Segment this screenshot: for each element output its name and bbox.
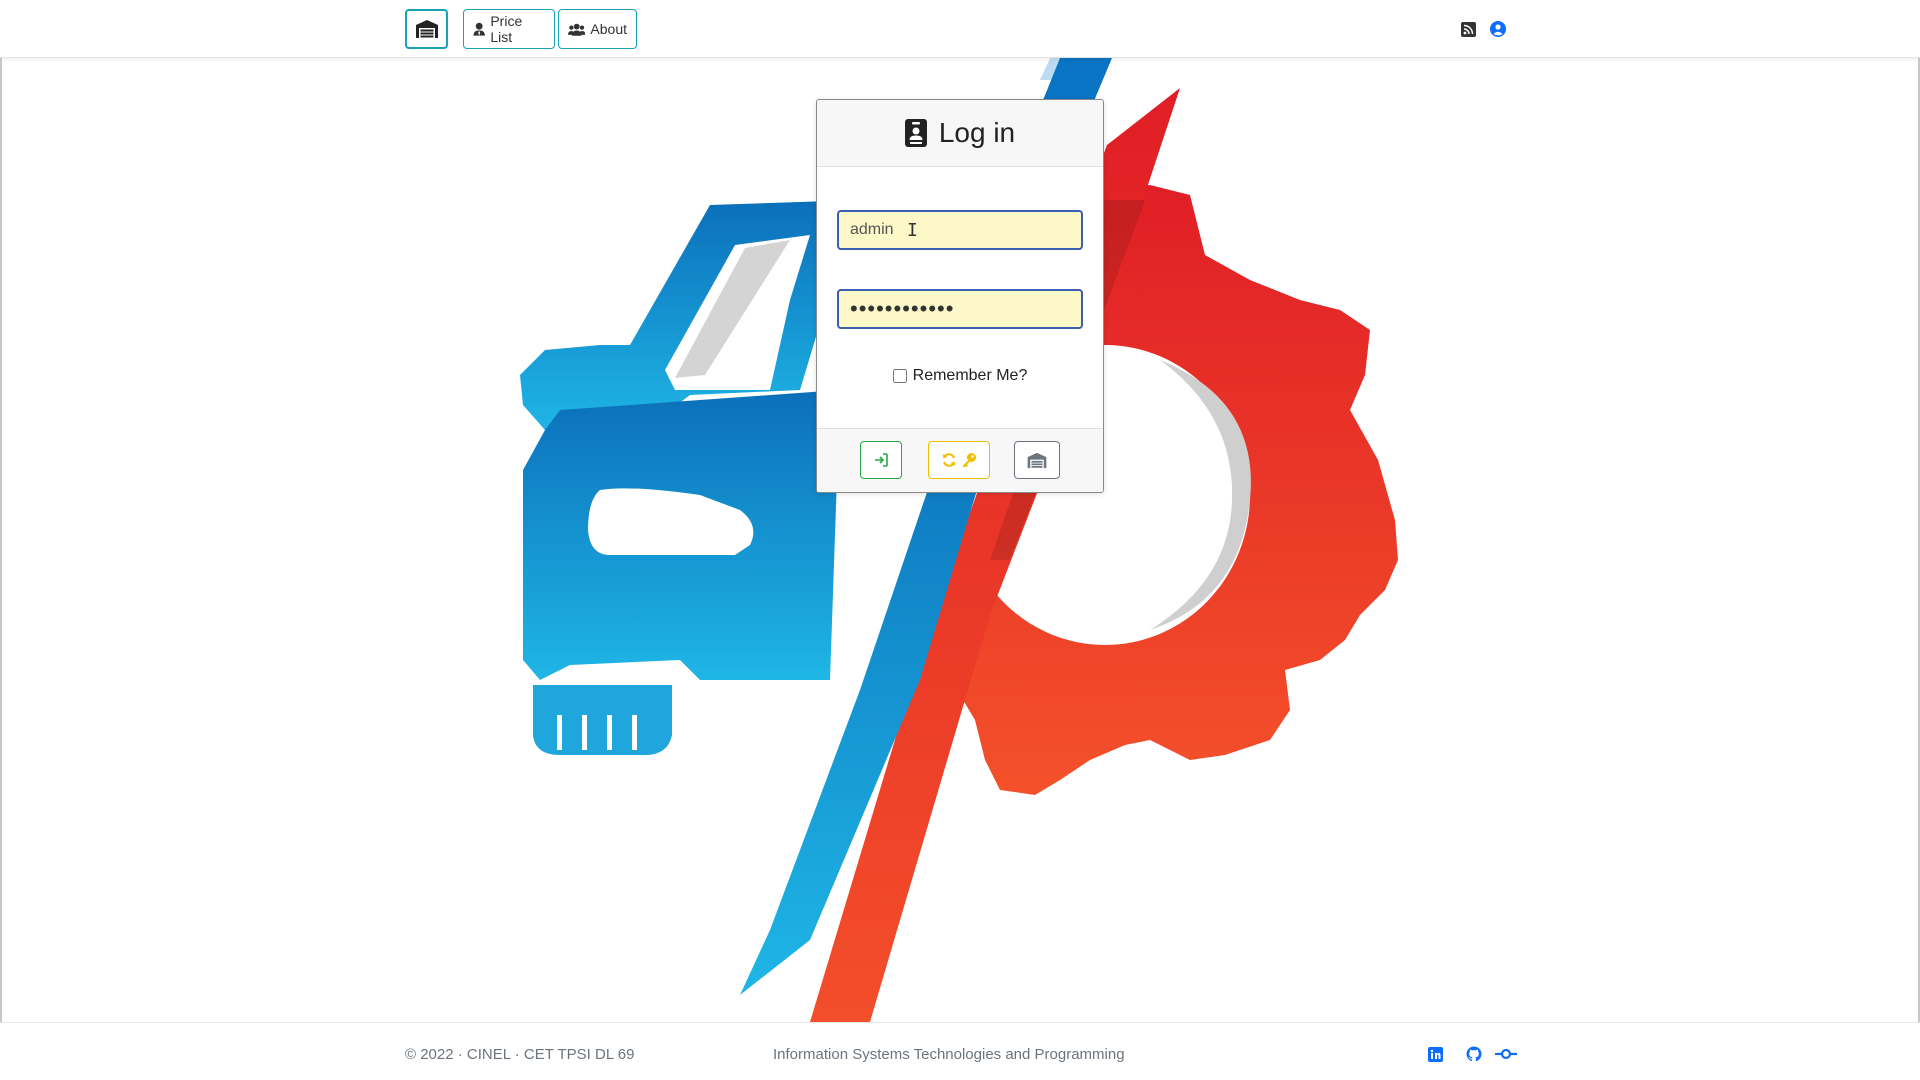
footer-copyright: © 2022 · CINEL · CET TPSI DL 69 [405, 1046, 635, 1063]
users-icon [568, 23, 586, 36]
page-footer: © 2022 · CINEL · CET TPSI DL 69 Informat… [0, 1022, 1920, 1080]
login-card: Log in I Remember Me? [816, 99, 1104, 493]
garage-icon [1027, 452, 1047, 468]
footer-subtitle: Information Systems Technologies and Pro… [773, 1046, 1125, 1063]
login-card-body: I Remember Me? [817, 167, 1103, 428]
key-icon [962, 453, 976, 468]
git-commit-icon[interactable] [1495, 1045, 1517, 1063]
login-submit-button[interactable] [860, 441, 902, 479]
user-tie-icon [473, 22, 485, 36]
remember-me-checkbox[interactable] [892, 369, 907, 383]
username-input[interactable] [837, 210, 1083, 250]
github-icon[interactable] [1465, 1045, 1483, 1063]
password-input[interactable] [837, 289, 1083, 329]
sign-in-icon [875, 453, 888, 467]
back-home-button[interactable] [1014, 441, 1060, 479]
remember-me-row[interactable]: Remember Me? [817, 367, 1103, 385]
logo-car [520, 200, 860, 755]
login-title: Log in [938, 117, 1016, 148]
top-navbar: Price List About [0, 0, 1920, 58]
reset-password-button[interactable] [928, 441, 990, 479]
about-label: About [590, 21, 627, 37]
remember-me-label: Remember Me? [912, 367, 1028, 384]
id-badge-icon [904, 119, 927, 147]
linkedin-icon[interactable] [1426, 1045, 1444, 1063]
login-card-footer [817, 428, 1103, 492]
rss-icon[interactable] [1459, 20, 1477, 38]
price-list-label: Price List [490, 13, 523, 45]
user-circle-icon[interactable] [1489, 20, 1507, 38]
garage-icon [415, 20, 438, 38]
about-button[interactable]: About [558, 9, 637, 49]
sync-icon [942, 453, 956, 467]
home-button[interactable] [405, 9, 448, 49]
price-list-button[interactable]: Price List [463, 9, 555, 49]
login-card-header: Log in [817, 100, 1103, 167]
